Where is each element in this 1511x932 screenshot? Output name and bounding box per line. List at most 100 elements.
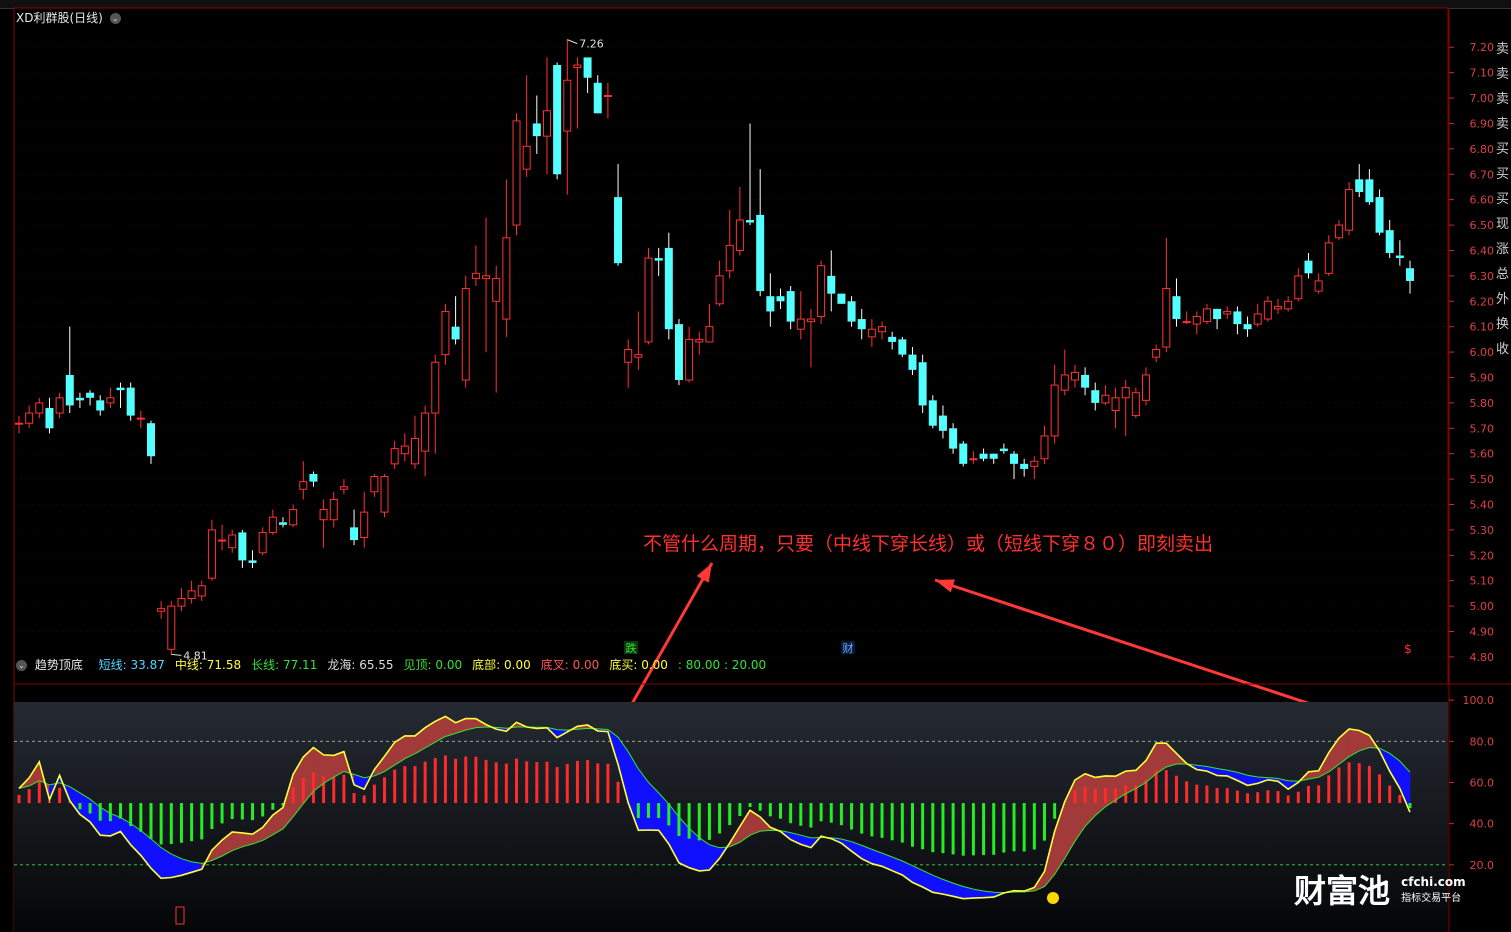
candle-body: [228, 534, 237, 549]
candle-body: [817, 265, 826, 318]
candle-body: [410, 437, 419, 465]
candle-body: [827, 275, 836, 294]
candle-body: [979, 453, 988, 459]
candle-body: [207, 529, 216, 579]
candle-body: [197, 585, 206, 597]
candle-body: [15, 422, 23, 425]
candle-body: [96, 400, 105, 411]
chevron-down-icon[interactable]: ⌄: [16, 660, 27, 671]
price-tick-label: 5.10: [1470, 575, 1495, 588]
candle-body: [1294, 275, 1303, 300]
candle-body: [725, 244, 734, 272]
candle-body: [878, 326, 887, 333]
candle: [674, 319, 683, 386]
indicator-tick-label: 60.0: [1470, 776, 1495, 789]
candle-body: [1040, 435, 1049, 460]
candle: [664, 232, 673, 340]
candle-body: [634, 354, 643, 358]
candle-body: [319, 509, 328, 521]
sidebar-label: 卖: [1495, 92, 1509, 107]
candle-body: [1355, 179, 1364, 193]
candle: [959, 440, 968, 467]
candle: [898, 336, 907, 358]
candle-body: [705, 326, 714, 343]
price-tick-label: 6.80: [1470, 143, 1495, 156]
candle-body: [329, 498, 338, 521]
candle-body: [146, 423, 155, 457]
annotation-text: 不管什么周期，只要（中线下穿长线）或（短线下穿８０）即刻卖出: [643, 533, 1213, 555]
chevron-down-icon[interactable]: ⌄: [109, 13, 121, 24]
candle-body: [218, 539, 227, 542]
indicator-name: 趋势顶底: [34, 658, 83, 672]
candle: [644, 247, 653, 345]
indicator-param-value: 0.00: [431, 658, 463, 672]
indicator-param-label: 长线:: [251, 658, 280, 672]
candle-body: [1131, 392, 1140, 417]
candle-body: [614, 197, 623, 264]
candle-body: [1345, 189, 1354, 231]
candle-body: [75, 397, 84, 401]
candle-body: [542, 110, 551, 137]
candle-body: [1081, 374, 1090, 388]
candle-body: [1213, 308, 1222, 320]
candle-body: [644, 257, 653, 343]
price-tick-label: 7.10: [1470, 67, 1495, 80]
candle-body: [1385, 230, 1394, 254]
stock-title: XD利群股(日线): [16, 11, 103, 25]
sidebar-label: 现: [1495, 217, 1509, 232]
candle-body: [1070, 371, 1079, 381]
candle-body: [664, 247, 673, 330]
candle-body: [35, 402, 44, 414]
candle-body: [1324, 242, 1333, 274]
candle-body: [837, 293, 846, 304]
candle-body: [289, 509, 298, 526]
watermark-logo-box: 财富池 cfchi.com 指标交易平台: [1294, 866, 1466, 912]
candle-body: [431, 361, 440, 414]
indicator-param: : 80.00 : 20.00: [678, 658, 766, 672]
candle-body: [1182, 321, 1191, 324]
candle-body: [238, 532, 247, 561]
price-tick-label: 6.40: [1470, 244, 1495, 257]
indicator-param: 底买: 0.00: [609, 658, 668, 672]
indicator-param-value: 77.11: [279, 658, 318, 672]
candle-body: [1121, 387, 1130, 399]
candle-body: [1304, 260, 1313, 274]
candle-body: [65, 374, 74, 406]
sidebar-label: 外: [1495, 292, 1509, 307]
candle-body: [603, 95, 612, 98]
candle: [512, 113, 521, 236]
candle-body: [766, 296, 775, 312]
candle-body: [776, 296, 785, 302]
indicator-param-label: 底叉:: [540, 658, 569, 672]
candle: [461, 275, 470, 388]
candle-body: [441, 310, 450, 356]
candle-body: [278, 522, 287, 525]
candle-body: [593, 82, 602, 114]
candle-body: [898, 339, 907, 355]
candle-body: [888, 336, 897, 342]
sidebar-label: 买: [1495, 192, 1509, 207]
candle: [553, 62, 562, 180]
candle-body: [258, 531, 267, 554]
candle-body: [1142, 374, 1151, 401]
candle-body: [1223, 310, 1232, 315]
candle-body: [1020, 463, 1029, 469]
candle-body: [248, 560, 257, 563]
candle-body: [1375, 197, 1384, 233]
candle-body: [1101, 394, 1110, 404]
price-tick-label: 6.50: [1470, 219, 1495, 232]
candle-body: [563, 79, 572, 132]
dollar-marker: $: [1404, 642, 1412, 656]
candle-body: [116, 387, 125, 391]
price-tick-label: 5.20: [1470, 549, 1495, 562]
candle-body: [746, 219, 755, 223]
price-tick-label: 6.60: [1470, 194, 1495, 207]
chart-canvas: 7.20 7.10 7.00 6.90 6.80 6.70 6.60 6.50 6.40 6.30…: [13, 7, 1511, 932]
price-tick-label: 4.90: [1470, 626, 1495, 639]
indicator-param-label: 短线:: [98, 658, 127, 672]
candle-body: [532, 123, 541, 137]
candle-body: [928, 400, 937, 426]
candle: [380, 474, 389, 518]
candle-body: [949, 428, 958, 449]
candle-body: [512, 120, 521, 226]
